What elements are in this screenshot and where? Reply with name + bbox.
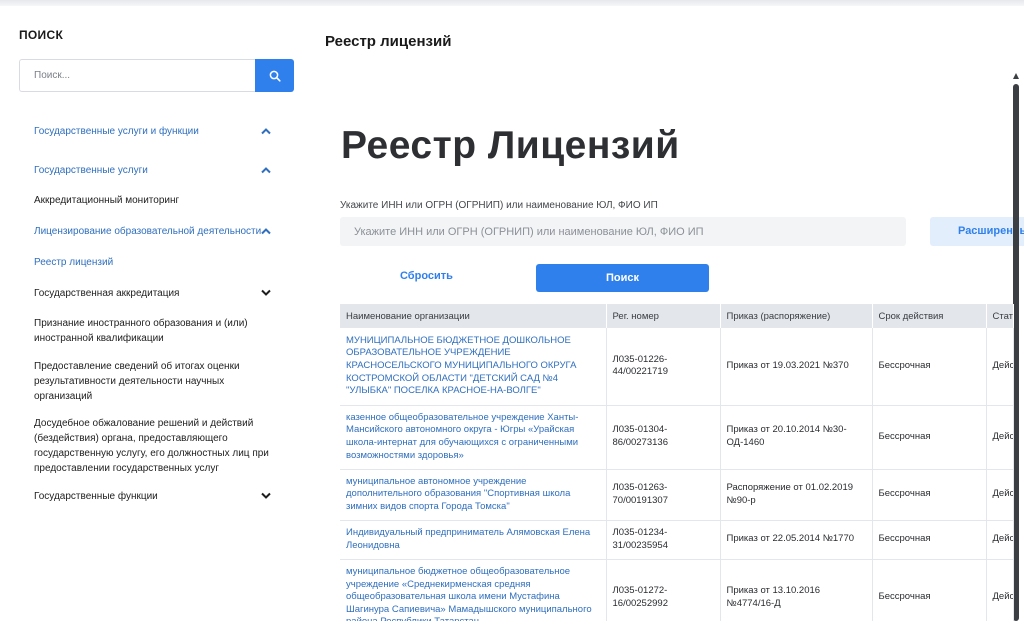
term-text: Бессрочная [872,520,987,560]
status-text: Действует [986,405,1014,470]
column-header-organization[interactable]: Наименование организации [340,304,607,328]
sidebar-item-label: Аккредитационный мониторинг [34,195,180,206]
license-table: Наименование организации Рег. номер Прик… [340,304,1014,621]
table-row[interactable]: Индивидуальный предприниматель Алямовска… [340,520,1014,560]
sidebar-item-gov-services-functions[interactable]: Государственные услуги и функции [34,124,274,139]
term-text: Бессрочная [872,328,987,406]
org-name-link[interactable]: муниципальное бюджетное общеобразователь… [340,559,607,621]
column-header-status[interactable]: Статус [986,304,1014,328]
table-row[interactable]: муниципальное бюджетное общеобразователь… [340,559,1014,621]
table-row[interactable]: МУНИЦИПАЛЬНОЕ БЮДЖЕТНОЕ ДОШКОЛЬНОЕ ОБРАЗ… [340,328,1014,406]
status-text: Действует [986,559,1014,621]
order-text: Приказ от 20.10.2014 №30-ОД-1460 [720,405,873,470]
sidebar-item-licensing[interactable]: Лицензирование образовательной деятельно… [34,224,274,239]
advanced-search-button[interactable]: Расширенный поиск [930,217,1024,246]
reg-number: Л035-01272-16/00252992 [606,559,721,621]
chevron-down-icon[interactable] [260,289,272,297]
sidebar-title: ПОИСК [19,28,64,42]
status-text: Действует [986,520,1014,560]
column-header-reg-number[interactable]: Рег. номер [606,304,721,328]
table-row[interactable]: муниципальное автономное учреждение допо… [340,469,1014,521]
sidebar-item-label: Признание иностранного образования и (ил… [34,318,248,344]
search-field-label: Укажите ИНН или ОГРН (ОГРНИП) или наимен… [340,200,658,211]
sidebar-item-label: Предоставление сведений об итогах оценки… [34,361,240,402]
page-title: Реестр Лицензий [341,124,680,167]
search-submit-button[interactable]: Поиск [536,264,709,292]
column-header-order[interactable]: Приказ (распоряжение) [720,304,873,328]
page-heading: Реестр лицензий [325,33,452,50]
sidebar-item-license-registry[interactable]: Реестр лицензий [34,255,274,270]
sidebar: ПОИСК Государственные услуги и функции Г… [0,0,300,621]
status-text: Действует [986,469,1014,521]
table-row[interactable]: казенное общеобразовательное учреждение … [340,405,1014,470]
chevron-down-icon[interactable] [260,492,272,500]
sidebar-item-label: Лицензирование образовательной деятельно… [34,226,262,237]
chevron-up-icon[interactable] [260,227,272,235]
column-header-term[interactable]: Срок действия [872,304,987,328]
scrollbar[interactable] [1013,84,1019,621]
search-icon [269,70,281,82]
sidebar-item-label: Реестр лицензий [34,257,114,268]
order-text: Приказ от 13.10.2016 №4774/16-Д [720,559,873,621]
sidebar-search [19,59,294,92]
reset-button[interactable]: Сбросить [400,270,453,282]
sidebar-item-state-accreditation[interactable]: Государственная аккредитация [34,286,274,301]
search-input[interactable] [19,59,255,92]
sidebar-item-accreditation-monitoring[interactable]: Аккредитационный мониторинг [34,193,274,208]
scroll-up-arrow-icon[interactable] [1013,72,1019,80]
sidebar-item-pretrial-appeal[interactable]: Досудебное обжалование решений и действи… [34,416,274,476]
registry-search-input[interactable] [340,217,906,246]
org-name-link[interactable]: муниципальное автономное учреждение допо… [340,469,607,521]
sidebar-item-label: Государственная аккредитация [34,288,180,299]
sidebar-item-label: Государственные услуги и функции [34,126,199,137]
org-name-link[interactable]: казенное общеобразовательное учреждение … [340,405,607,470]
order-text: Приказ от 22.05.2014 №1770 [720,520,873,560]
chevron-up-icon[interactable] [260,166,272,174]
sidebar-item-label: Государственные функции [34,491,158,502]
chevron-up-icon[interactable] [260,127,272,135]
term-text: Бессрочная [872,469,987,521]
term-text: Бессрочная [872,405,987,470]
sidebar-item-research-results[interactable]: Предоставление сведений об итогах оценки… [34,359,274,404]
sidebar-item-gov-functions[interactable]: Государственные функции [34,489,274,504]
status-text: Действует [986,328,1014,406]
reg-number: Л035-01263-70/00191307 [606,469,721,521]
reg-number: Л035-01234-31/00235954 [606,520,721,560]
reg-number: Л035-01226-44/00221719 [606,328,721,406]
reg-number: Л035-01304-86/00273136 [606,405,721,470]
sidebar-item-label: Досудебное обжалование решений и действи… [34,418,269,474]
org-name-link[interactable]: Индивидуальный предприниматель Алямовска… [340,520,607,560]
table-header-row: Наименование организации Рег. номер Прик… [340,304,1014,328]
main-content: Реестр лицензий Реестр Лицензий Укажите … [300,0,1024,621]
org-name-link[interactable]: МУНИЦИПАЛЬНОЕ БЮДЖЕТНОЕ ДОШКОЛЬНОЕ ОБРАЗ… [340,328,607,406]
sidebar-item-foreign-education[interactable]: Признание иностранного образования и (ил… [34,316,274,346]
search-button[interactable] [255,59,294,92]
sidebar-item-label: Государственные услуги [34,165,148,176]
term-text: Бессрочная [872,559,987,621]
order-text: Распоряжение от 01.02.2019 №90-р [720,469,873,521]
sidebar-item-gov-services[interactable]: Государственные услуги [34,163,274,178]
order-text: Приказ от 19.03.2021 №370 [720,328,873,406]
